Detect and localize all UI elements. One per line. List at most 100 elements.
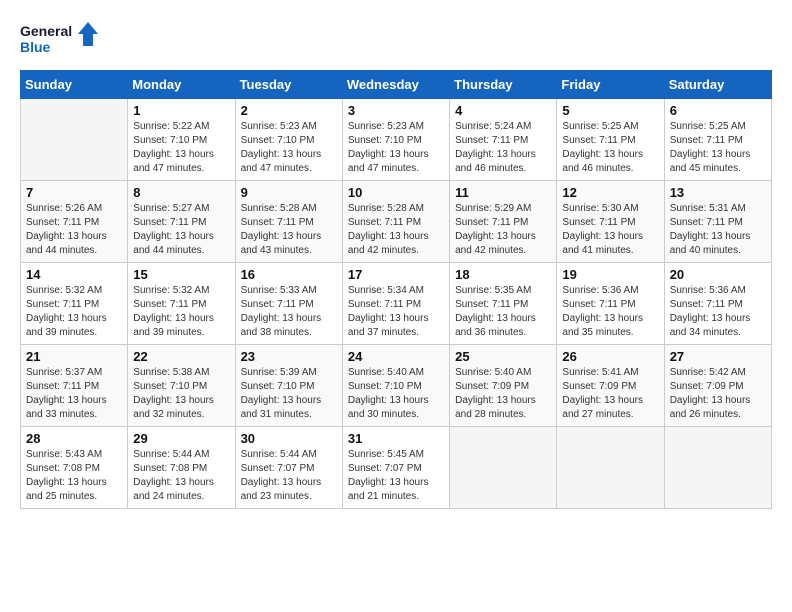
calendar-cell: 19 Sunrise: 5:36 AMSunset: 7:11 PMDayligh…: [557, 263, 664, 345]
day-info: Sunrise: 5:30 AMSunset: 7:11 PMDaylight:…: [562, 202, 658, 258]
day-number: 14: [26, 267, 122, 282]
day-number: 9: [241, 185, 337, 200]
day-number: 15: [133, 267, 229, 282]
day-info: Sunrise: 5:38 AMSunset: 7:10 PMDaylight:…: [133, 366, 229, 422]
day-number: 28: [26, 431, 122, 446]
calendar-cell: 30 Sunrise: 5:44 AMSunset: 7:07 PMDayligh…: [235, 427, 342, 509]
day-number: 16: [241, 267, 337, 282]
day-info: Sunrise: 5:25 AMSunset: 7:11 PMDaylight:…: [562, 120, 658, 176]
calendar-cell: 27 Sunrise: 5:42 AMSunset: 7:09 PMDayligh…: [664, 345, 771, 427]
day-number: 7: [26, 185, 122, 200]
day-info: Sunrise: 5:32 AMSunset: 7:11 PMDaylight:…: [26, 284, 122, 340]
calendar-cell: 24 Sunrise: 5:40 AMSunset: 7:10 PMDayligh…: [342, 345, 449, 427]
day-number: 18: [455, 267, 551, 282]
day-number: 31: [348, 431, 444, 446]
calendar-cell: 29 Sunrise: 5:44 AMSunset: 7:08 PMDayligh…: [128, 427, 235, 509]
weekday-header-sunday: Sunday: [21, 71, 128, 99]
day-number: 11: [455, 185, 551, 200]
week-row-0: 1 Sunrise: 5:22 AMSunset: 7:10 PMDaylight…: [21, 99, 772, 181]
calendar-cell: 14 Sunrise: 5:32 AMSunset: 7:11 PMDayligh…: [21, 263, 128, 345]
day-info: Sunrise: 5:29 AMSunset: 7:11 PMDaylight:…: [455, 202, 551, 258]
calendar-cell: 11 Sunrise: 5:29 AMSunset: 7:11 PMDayligh…: [450, 181, 557, 263]
day-number: 22: [133, 349, 229, 364]
day-number: 24: [348, 349, 444, 364]
calendar-cell: 25 Sunrise: 5:40 AMSunset: 7:09 PMDayligh…: [450, 345, 557, 427]
day-number: 21: [26, 349, 122, 364]
calendar-cell: 22 Sunrise: 5:38 AMSunset: 7:10 PMDayligh…: [128, 345, 235, 427]
calendar-cell: 21 Sunrise: 5:37 AMSunset: 7:11 PMDayligh…: [21, 345, 128, 427]
day-info: Sunrise: 5:36 AMSunset: 7:11 PMDaylight:…: [670, 284, 766, 340]
calendar-cell: 23 Sunrise: 5:39 AMSunset: 7:10 PMDayligh…: [235, 345, 342, 427]
day-info: Sunrise: 5:35 AMSunset: 7:11 PMDaylight:…: [455, 284, 551, 340]
day-info: Sunrise: 5:44 AMSunset: 7:07 PMDaylight:…: [241, 448, 337, 504]
week-row-3: 21 Sunrise: 5:37 AMSunset: 7:11 PMDayligh…: [21, 345, 772, 427]
day-number: 8: [133, 185, 229, 200]
day-number: 4: [455, 103, 551, 118]
calendar-cell: 8 Sunrise: 5:27 AMSunset: 7:11 PMDaylight…: [128, 181, 235, 263]
day-info: Sunrise: 5:31 AMSunset: 7:11 PMDaylight:…: [670, 202, 766, 258]
day-info: Sunrise: 5:33 AMSunset: 7:11 PMDaylight:…: [241, 284, 337, 340]
calendar-cell: 18 Sunrise: 5:35 AMSunset: 7:11 PMDayligh…: [450, 263, 557, 345]
day-info: Sunrise: 5:43 AMSunset: 7:08 PMDaylight:…: [26, 448, 122, 504]
calendar-cell: 1 Sunrise: 5:22 AMSunset: 7:10 PMDaylight…: [128, 99, 235, 181]
day-info: Sunrise: 5:25 AMSunset: 7:11 PMDaylight:…: [670, 120, 766, 176]
day-info: Sunrise: 5:27 AMSunset: 7:11 PMDaylight:…: [133, 202, 229, 258]
day-info: Sunrise: 5:45 AMSunset: 7:07 PMDaylight:…: [348, 448, 444, 504]
day-info: Sunrise: 5:40 AMSunset: 7:10 PMDaylight:…: [348, 366, 444, 422]
day-info: Sunrise: 5:22 AMSunset: 7:10 PMDaylight:…: [133, 120, 229, 176]
day-info: Sunrise: 5:23 AMSunset: 7:10 PMDaylight:…: [348, 120, 444, 176]
day-info: Sunrise: 5:41 AMSunset: 7:09 PMDaylight:…: [562, 366, 658, 422]
day-info: Sunrise: 5:32 AMSunset: 7:11 PMDaylight:…: [133, 284, 229, 340]
svg-text:Blue: Blue: [20, 39, 51, 55]
day-info: Sunrise: 5:24 AMSunset: 7:11 PMDaylight:…: [455, 120, 551, 176]
day-info: Sunrise: 5:44 AMSunset: 7:08 PMDaylight:…: [133, 448, 229, 504]
weekday-header-saturday: Saturday: [664, 71, 771, 99]
calendar-cell: 4 Sunrise: 5:24 AMSunset: 7:11 PMDaylight…: [450, 99, 557, 181]
calendar-cell: 5Sunrise: 5:25 AMSunset: 7:11 PMDaylight…: [557, 99, 664, 181]
day-info: Sunrise: 5:40 AMSunset: 7:09 PMDaylight:…: [455, 366, 551, 422]
calendar-cell: 12 Sunrise: 5:30 AMSunset: 7:11 PMDayligh…: [557, 181, 664, 263]
day-number: 19: [562, 267, 658, 282]
weekday-header-thursday: Thursday: [450, 71, 557, 99]
day-number: 27: [670, 349, 766, 364]
day-number: 3: [348, 103, 444, 118]
weekday-header-friday: Friday: [557, 71, 664, 99]
calendar-cell: [21, 99, 128, 181]
weekday-header-monday: Monday: [128, 71, 235, 99]
day-info: Sunrise: 5:28 AMSunset: 7:11 PMDaylight:…: [348, 202, 444, 258]
calendar-cell: 6 Sunrise: 5:25 AMSunset: 7:11 PMDaylight…: [664, 99, 771, 181]
calendar-body: 1 Sunrise: 5:22 AMSunset: 7:10 PMDaylight…: [21, 99, 772, 509]
day-number: 23: [241, 349, 337, 364]
header: General Blue: [20, 20, 772, 60]
calendar-cell: 15 Sunrise: 5:32 AMSunset: 7:11 PMDayligh…: [128, 263, 235, 345]
day-number: 12: [562, 185, 658, 200]
calendar-cell: 13Sunrise: 5:31 AMSunset: 7:11 PMDayligh…: [664, 181, 771, 263]
week-row-4: 28 Sunrise: 5:43 AMSunset: 7:08 PMDayligh…: [21, 427, 772, 509]
calendar-cell: [450, 427, 557, 509]
day-number: 20: [670, 267, 766, 282]
calendar-cell: 3 Sunrise: 5:23 AMSunset: 7:10 PMDaylight…: [342, 99, 449, 181]
calendar-cell: 31 Sunrise: 5:45 AMSunset: 7:07 PMDayligh…: [342, 427, 449, 509]
day-number: 25: [455, 349, 551, 364]
day-number: 6: [670, 103, 766, 118]
calendar-cell: 17 Sunrise: 5:34 AMSunset: 7:11 PMDayligh…: [342, 263, 449, 345]
weekday-row: SundayMondayTuesdayWednesdayThursdayFrid…: [21, 71, 772, 99]
day-info: Sunrise: 5:39 AMSunset: 7:10 PMDaylight:…: [241, 366, 337, 422]
calendar-header: SundayMondayTuesdayWednesdayThursdayFrid…: [21, 71, 772, 99]
calendar-cell: 9 Sunrise: 5:28 AMSunset: 7:11 PMDaylight…: [235, 181, 342, 263]
svg-text:General: General: [20, 23, 72, 39]
day-info: Sunrise: 5:36 AMSunset: 7:11 PMDaylight:…: [562, 284, 658, 340]
day-info: Sunrise: 5:42 AMSunset: 7:09 PMDaylight:…: [670, 366, 766, 422]
day-number: 2: [241, 103, 337, 118]
day-number: 17: [348, 267, 444, 282]
day-info: Sunrise: 5:34 AMSunset: 7:11 PMDaylight:…: [348, 284, 444, 340]
day-info: Sunrise: 5:37 AMSunset: 7:11 PMDaylight:…: [26, 366, 122, 422]
calendar-cell: 2Sunrise: 5:23 AMSunset: 7:10 PMDaylight…: [235, 99, 342, 181]
calendar-table: SundayMondayTuesdayWednesdayThursdayFrid…: [20, 70, 772, 509]
week-row-1: 7Sunrise: 5:26 AMSunset: 7:11 PMDaylight…: [21, 181, 772, 263]
day-info: Sunrise: 5:28 AMSunset: 7:11 PMDaylight:…: [241, 202, 337, 258]
day-number: 1: [133, 103, 229, 118]
day-number: 30: [241, 431, 337, 446]
day-number: 29: [133, 431, 229, 446]
calendar-cell: 26Sunrise: 5:41 AMSunset: 7:09 PMDayligh…: [557, 345, 664, 427]
